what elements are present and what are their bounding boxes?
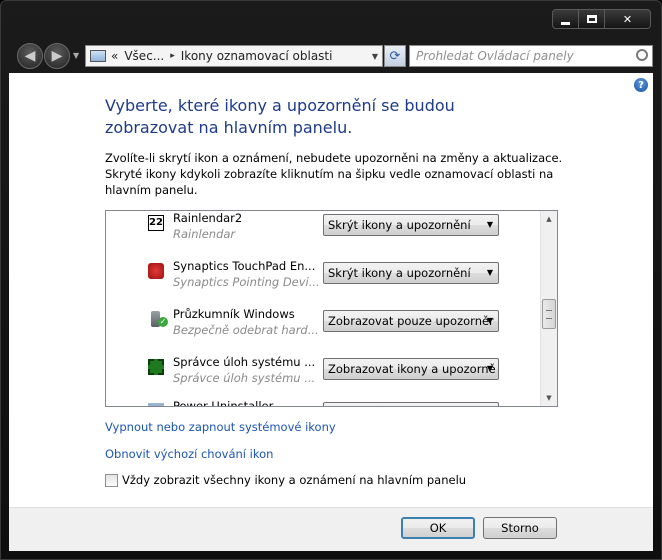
- breadcrumb-item-current[interactable]: Ikony oznamovací oblasti: [181, 49, 333, 63]
- item-name: Správce úloh systému ...: [173, 355, 316, 369]
- minimize-icon: [561, 21, 570, 25]
- behavior-select[interactable]: [323, 402, 499, 406]
- always-show-label[interactable]: Vždy zobrazit všechny ikony a oznámení n…: [122, 473, 466, 487]
- control-panel-window: ✕ ◀ ▶ ▼ « Všec... ▸ Ikony oznamovací obl…: [0, 0, 662, 560]
- address-bar[interactable]: « Všec... ▸ Ikony oznamovací oblasti ▼: [85, 45, 383, 67]
- breadcrumb-item-all[interactable]: Všec...: [124, 49, 164, 63]
- list-item: Správce úloh systému ... Správce úloh sy…: [106, 355, 542, 406]
- scroll-up-icon[interactable]: ▲: [541, 211, 557, 227]
- chevron-down-icon: ▼: [486, 268, 493, 277]
- chevron-down-icon: ▼: [486, 316, 493, 325]
- minimize-button[interactable]: [552, 9, 579, 29]
- forward-button[interactable]: ▶: [44, 43, 70, 69]
- breadcrumb-prefix[interactable]: «: [111, 49, 118, 63]
- calendar-22-icon: 22: [148, 215, 164, 231]
- item-name: Power Uninstaller: [173, 399, 274, 407]
- list-item: ✓ Průzkumník Windows Bezpečně odebrat ha…: [106, 307, 542, 359]
- item-name: Rainlendar2: [173, 211, 243, 225]
- forward-arrow-icon: ▶: [51, 48, 63, 64]
- search-placeholder: Prohledat Ovládací panely: [416, 49, 574, 63]
- behavior-select[interactable]: Zobrazovat pouze upozorněr ▼: [323, 310, 499, 332]
- list-item: Power Uninstaller: [106, 399, 542, 406]
- behavior-select[interactable]: Zobrazovat ikony a upozorně ▼: [323, 358, 499, 380]
- item-subtitle: Rainlendar: [173, 227, 236, 241]
- breadcrumb-separator-icon[interactable]: ▸: [170, 51, 175, 61]
- search-input[interactable]: Prohledat Ovládací panely: [409, 45, 653, 67]
- maximize-icon: [586, 15, 597, 23]
- item-subtitle: Bezpečně odebrat hard...: [173, 323, 319, 337]
- recent-pages-dropdown[interactable]: ▼: [73, 51, 79, 60]
- behavior-value: Skrýt ikony a upozornění: [328, 266, 471, 280]
- synaptics-icon: [148, 263, 164, 279]
- behavior-value: Skrýt ikony a upozornění: [328, 218, 471, 232]
- refresh-button[interactable]: ⟳: [384, 45, 406, 67]
- button-bar: OK Storno: [9, 507, 653, 551]
- cancel-button[interactable]: Storno: [483, 517, 557, 539]
- maximize-button[interactable]: [579, 9, 605, 29]
- control-panel-icon: [90, 50, 106, 62]
- back-button[interactable]: ◀: [17, 43, 43, 69]
- item-name: Synaptics TouchPad En...: [173, 259, 316, 273]
- item-subtitle: Synaptics Pointing Devi...: [173, 275, 320, 289]
- list-scrollbar[interactable]: ▲ ▼: [540, 211, 557, 406]
- help-icon[interactable]: ?: [634, 78, 648, 92]
- always-show-option[interactable]: Vždy zobrazit všechny ikony a oznámení n…: [105, 473, 466, 487]
- address-dropdown-icon[interactable]: ▼: [372, 52, 378, 61]
- always-show-checkbox[interactable]: [105, 473, 118, 487]
- task-manager-icon: [148, 359, 164, 375]
- notification-icons-list[interactable]: 22 Rainlendar2 Rainlendar Skrýt ikony a …: [105, 210, 558, 407]
- item-name: Průzkumník Windows: [173, 307, 295, 321]
- chevron-down-icon: ▼: [486, 364, 493, 373]
- ok-button[interactable]: OK: [401, 517, 475, 539]
- search-icon[interactable]: [636, 49, 648, 61]
- page-title: Vyberte, které ikony a upozornění se bud…: [105, 96, 455, 137]
- chevron-down-icon: ▼: [486, 220, 493, 229]
- behavior-value: Zobrazovat pouze upozorněr: [328, 314, 494, 328]
- close-icon: ✕: [622, 12, 633, 26]
- behavior-select[interactable]: Skrýt ikony a upozornění ▼: [323, 214, 499, 236]
- partial-item-icon: [148, 403, 164, 406]
- list-item: Synaptics TouchPad En... Synaptics Point…: [106, 259, 542, 311]
- item-subtitle: Správce úloh systému ...: [173, 371, 316, 385]
- back-arrow-icon: ◀: [24, 48, 36, 64]
- checkmark-icon: ✓: [158, 317, 168, 327]
- navigation-bar: ◀ ▶ ▼ « Všec... ▸ Ikony oznamovací oblas…: [11, 39, 653, 73]
- scroll-thumb[interactable]: [542, 299, 556, 329]
- behavior-select[interactable]: Skrýt ikony a upozornění ▼: [323, 262, 499, 284]
- list-item: 22 Rainlendar2 Rainlendar Skrýt ikony a …: [106, 211, 542, 263]
- main-content: ? Vyberte, které ikony a upozornění se b…: [9, 73, 653, 507]
- caption-buttons: ✕: [552, 9, 651, 29]
- scroll-down-icon[interactable]: ▼: [541, 390, 557, 406]
- refresh-icon: ⟳: [389, 48, 401, 64]
- restore-default-link[interactable]: Obnovit výchozí chování ikon: [105, 447, 273, 461]
- system-icons-link[interactable]: Vypnout nebo zapnout systémové ikony: [105, 420, 336, 434]
- behavior-value: Zobrazovat ikony a upozorně: [328, 362, 496, 376]
- page-description: Zvolíte-li skrytí ikon a oznámení, nebud…: [105, 151, 563, 197]
- close-button[interactable]: ✕: [605, 9, 651, 29]
